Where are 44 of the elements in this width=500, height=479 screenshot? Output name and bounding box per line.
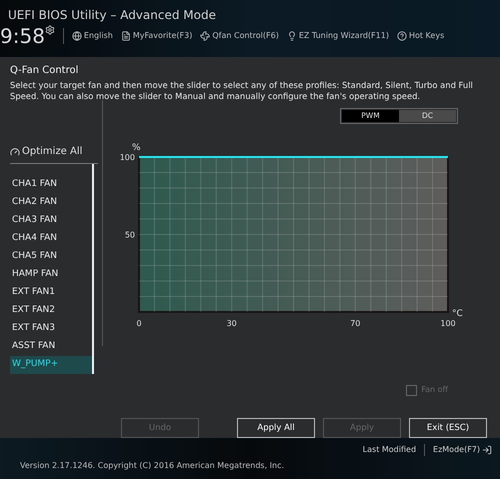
fan-list-item[interactable]: ASST FAN bbox=[10, 338, 92, 356]
optimize-all-button[interactable]: Optimize All bbox=[10, 144, 98, 164]
version-text: Version 2.17.1246. Copyright (C) 2016 American Megatrends, Inc. bbox=[20, 460, 284, 472]
header-menu-button[interactable]: EZ Tuning Wizard(F11) bbox=[286, 30, 389, 42]
fan-list-item[interactable]: CHA3 FAN bbox=[10, 212, 92, 230]
window-title: UEFI BIOS Utility – Advanced Mode bbox=[8, 7, 217, 24]
x-tick-label: 70 bbox=[350, 319, 360, 328]
header-menu-button[interactable]: MyFavorite(F3) bbox=[120, 30, 192, 42]
ez-mode-button[interactable]: EzMode(F7) bbox=[433, 444, 492, 456]
x-axis-label: °C bbox=[452, 309, 463, 319]
note-icon bbox=[120, 31, 131, 41]
dialog-description: Select your target fan and then move the slider to select any of these profiles: Standard, Silent, Turbo and Full Speed. You can also move the slider to Manual and manually configure the fan's operating speed. bbox=[10, 80, 474, 102]
fan-list-item[interactable]: CHA1 FAN bbox=[10, 176, 92, 194]
help-icon bbox=[396, 31, 407, 41]
settings-icon[interactable] bbox=[44, 25, 55, 35]
header-menu-button[interactable]: Hot Keys bbox=[396, 30, 444, 42]
dialog-button[interactable]: Apply All bbox=[237, 418, 315, 438]
fan-off-label: Fan off bbox=[421, 384, 448, 396]
globe-icon bbox=[72, 31, 82, 41]
dialog-button[interactable]: Exit (ESC) bbox=[409, 418, 487, 438]
clock-time: 9:58 bbox=[0, 26, 45, 46]
x-tick-label: 0 bbox=[136, 319, 142, 328]
dialog-title: Q-Fan Control bbox=[10, 64, 80, 78]
fan-list-item[interactable]: W_PUMP+ bbox=[10, 356, 92, 374]
gauge-icon bbox=[10, 146, 20, 156]
y-tick-label: 100 bbox=[120, 153, 135, 162]
fan-list-item[interactable]: HAMP FAN bbox=[10, 266, 92, 284]
x-tick-label: 30 bbox=[226, 319, 237, 328]
fan-list-item[interactable]: EXT FAN1 bbox=[10, 284, 92, 302]
fan-icon bbox=[200, 31, 210, 41]
x-tick-label: 100 bbox=[440, 319, 456, 328]
header-menu-button[interactable]: English bbox=[72, 30, 113, 42]
fan-list-item[interactable]: CHA5 FAN bbox=[10, 248, 92, 266]
fan-list-item[interactable]: EXT FAN3 bbox=[10, 320, 92, 338]
y-tick-label: 50 bbox=[124, 230, 135, 240]
fan-list-item[interactable]: CHA2 FAN bbox=[10, 194, 92, 212]
fan-list-item[interactable]: EXT FAN2 bbox=[10, 302, 92, 320]
scrollbar[interactable] bbox=[92, 164, 94, 374]
last-modified-button[interactable]: Last Modified bbox=[362, 444, 416, 456]
y-axis-label: % bbox=[132, 143, 141, 153]
exit-arrow-icon bbox=[482, 445, 492, 455]
lightbulb-icon bbox=[286, 31, 297, 41]
fan-list-item[interactable]: CHA4 FAN bbox=[10, 230, 92, 248]
header-menu-button[interactable]: Qfan Control(F6) bbox=[200, 30, 279, 42]
